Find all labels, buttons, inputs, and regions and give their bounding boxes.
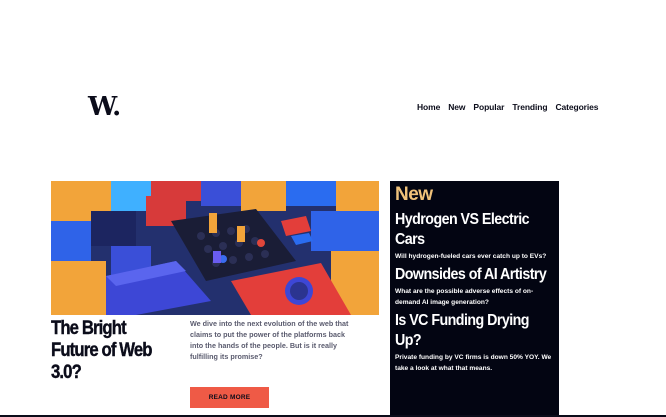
news-item-title[interactable]: Is VC Funding Drying Up? (395, 311, 553, 351)
hero-title[interactable]: The Bright Future of Web 3.0? (51, 318, 165, 384)
main-nav: Home New Popular Trending Categories (417, 102, 598, 112)
abstract-blocks-illustration (51, 181, 379, 315)
nav-item-new[interactable]: New (448, 102, 465, 112)
new-panel-heading: New (395, 184, 433, 205)
news-item[interactable]: Hydrogen VS Electric Cars Will hydrogen-… (395, 210, 554, 262)
news-item-description: What are the possible adverse effects of… (395, 288, 534, 306)
news-item-description: Private funding by VC firms is down 50% … (395, 354, 552, 372)
read-more-button[interactable]: READ MORE (190, 387, 269, 408)
page: W. Home New Popular Trending Categories (0, 0, 666, 417)
hero-description: We dive into the next evolution of the w… (190, 319, 349, 361)
news-item[interactable]: Downsides of AI Artistry What are the po… (395, 265, 554, 308)
news-item-description: Will hydrogen-fueled cars ever catch up … (395, 253, 547, 260)
nav-item-popular[interactable]: Popular (473, 102, 504, 112)
nav-item-categories[interactable]: Categories (555, 102, 598, 112)
news-item-title[interactable]: Downsides of AI Artistry (395, 265, 553, 285)
hero-image[interactable] (51, 181, 379, 315)
nav-item-trending[interactable]: Trending (512, 102, 547, 112)
news-item[interactable]: Is VC Funding Drying Up? Private funding… (395, 311, 554, 374)
new-articles-panel: New Hydrogen VS Electric Cars Will hydro… (390, 181, 559, 417)
site-logo[interactable]: W. (88, 92, 121, 122)
nav-item-home[interactable]: Home (417, 102, 440, 112)
news-item-title[interactable]: Hydrogen VS Electric Cars (395, 210, 553, 250)
